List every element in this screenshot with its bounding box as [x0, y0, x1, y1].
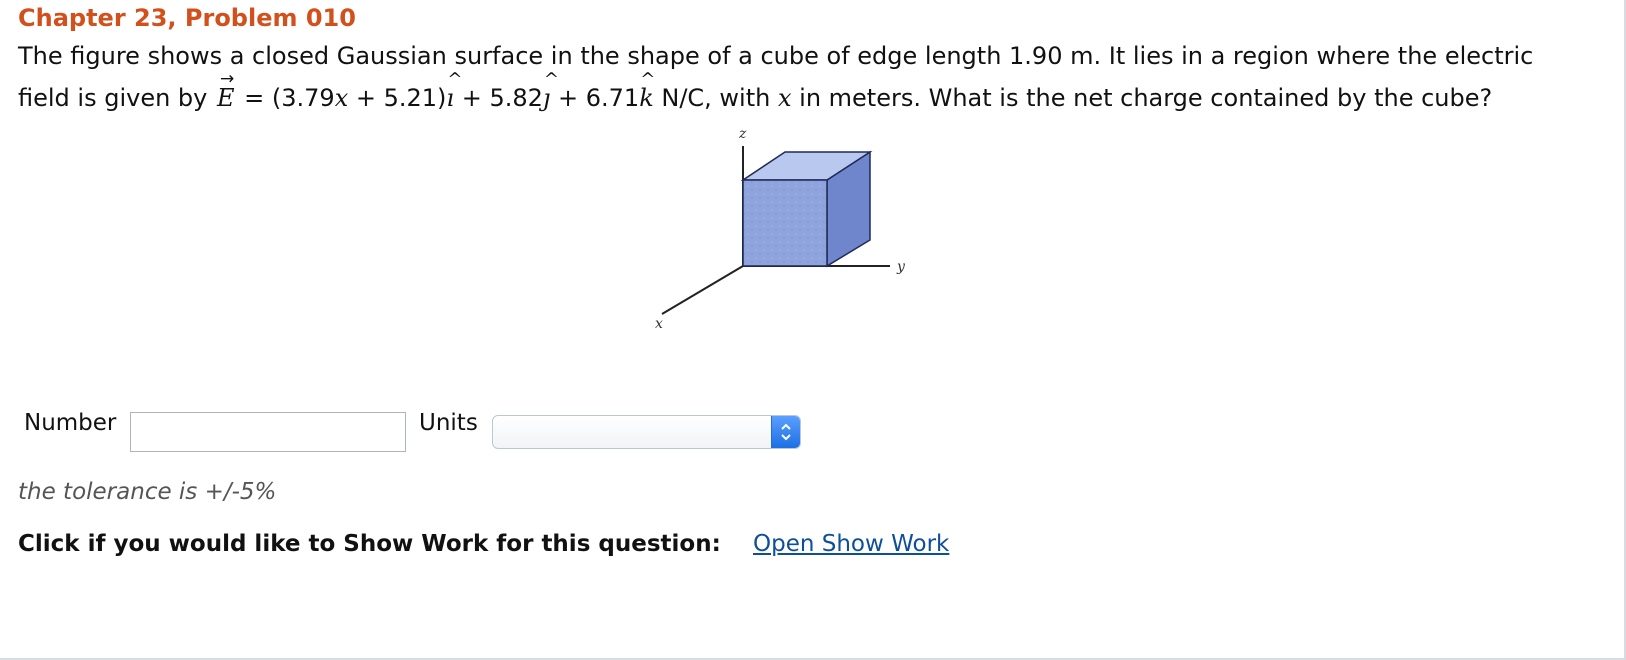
i-unit-vector: ^ ı	[446, 71, 462, 113]
question-text-line-1: The figure shows a closed Gaussian surfa…	[18, 42, 1534, 70]
j-unit-vector: ^ ȷ	[543, 71, 559, 113]
number-label: Number	[24, 410, 117, 436]
z-axis-label: z	[738, 126, 747, 142]
up-down-chevrons-icon[interactable]	[771, 416, 800, 448]
k-unit-vector: ^ k	[639, 71, 655, 113]
open-show-work-link[interactable]: Open Show Work	[753, 531, 949, 557]
gaussian-cube-figure: z y x	[655, 126, 906, 332]
x-variable: x	[334, 84, 349, 112]
number-input[interactable]	[130, 412, 406, 452]
y-axis-label: y	[896, 259, 906, 275]
units-with-text: N/C, with	[653, 84, 778, 112]
tolerance-text: the tolerance is +/-5%	[18, 479, 277, 505]
hat-icon: ^	[447, 69, 463, 90]
cube-front-face	[742, 179, 828, 267]
equation-equals: = (3.79	[236, 84, 335, 112]
x-axis-label: x	[655, 316, 663, 332]
units-label: Units	[419, 410, 478, 436]
show-work-prompt: Click if you would like to Show Work for…	[18, 531, 721, 557]
electric-field-vector: → E	[215, 71, 237, 113]
equation-term-j: + 5.82	[454, 84, 543, 112]
equation-term-a: + 5.21)	[348, 84, 447, 112]
x-axis	[661, 265, 744, 315]
units-select[interactable]	[492, 415, 801, 449]
vector-arrow-icon: →	[220, 69, 235, 89]
question-prefix: field is given by	[18, 84, 215, 112]
x-variable-2: x	[777, 84, 792, 112]
problem-title: Chapter 23, Problem 010	[18, 4, 356, 32]
question-suffix: in meters. What is the net charge contai…	[791, 84, 1493, 112]
hat-icon: ^	[640, 69, 656, 90]
question-text-line-2: field is given by → E = (3.79x + 5.21) ^ ı …	[18, 71, 1493, 113]
hat-icon: ^	[543, 69, 560, 90]
equation-term-k: + 6.71	[550, 84, 640, 112]
